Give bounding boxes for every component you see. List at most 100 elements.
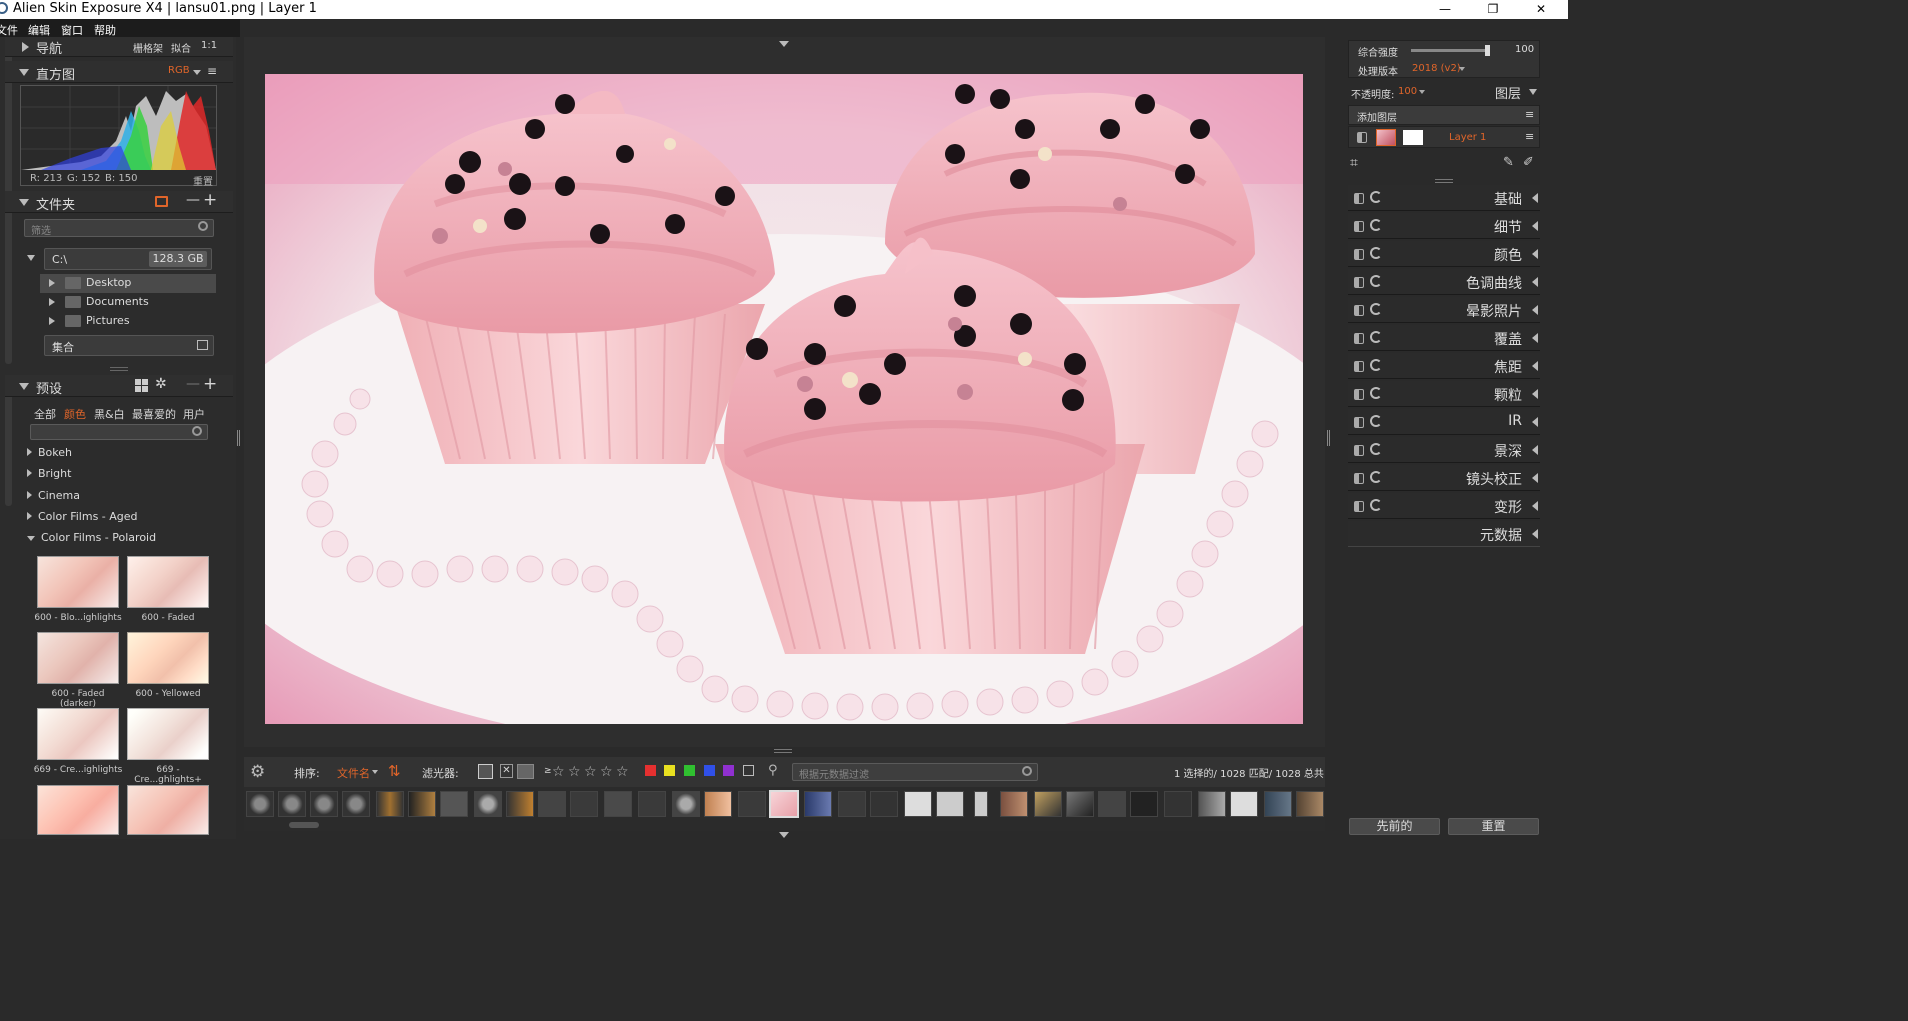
panel-lens-correction[interactable]: 镜头校正 <box>1348 465 1540 491</box>
flag-filter-icon[interactable] <box>478 764 493 779</box>
filmstrip-thumb[interactable] <box>904 791 932 817</box>
layer-name[interactable]: Layer 1 <box>1449 132 1486 143</box>
preset-thumb[interactable] <box>37 785 119 835</box>
collapse-all-icon[interactable]: ✲ <box>155 376 167 392</box>
unflag-filter-icon[interactable] <box>517 764 534 779</box>
filmstrip-thumb[interactable] <box>538 791 566 817</box>
expand-icon[interactable] <box>49 279 55 287</box>
layer-row[interactable]: Layer 1 ≡ <box>1348 126 1540 148</box>
toggle-icon[interactable] <box>1354 501 1364 512</box>
filmstrip-thumb[interactable] <box>672 791 700 817</box>
folder-desktop[interactable]: Desktop <box>40 274 216 293</box>
previous-button[interactable]: 先前的 <box>1349 818 1440 835</box>
open-folder-icon[interactable] <box>155 196 168 207</box>
preset-thumb[interactable] <box>127 708 209 760</box>
histogram-mode[interactable]: RGB <box>168 65 190 76</box>
menu-icon[interactable]: ≡ <box>1525 108 1534 121</box>
layer-visibility-icon[interactable] <box>1357 132 1367 143</box>
star-icon[interactable]: ☆ <box>584 764 597 780</box>
toggle-icon[interactable] <box>1354 221 1364 232</box>
menu-file[interactable]: 文件 <box>0 22 18 38</box>
chevron-down-icon[interactable] <box>1419 90 1425 94</box>
navigator-1to1[interactable]: 1:1 <box>201 40 217 51</box>
filmstrip-thumb[interactable] <box>1230 791 1258 817</box>
star-icon[interactable]: ☆ <box>552 764 565 780</box>
preset-tab-color[interactable]: 颜色 <box>64 406 86 422</box>
preset-thumb[interactable] <box>127 632 209 684</box>
menu-edit[interactable]: 编辑 <box>28 22 50 38</box>
chevron-down-icon[interactable] <box>1459 67 1465 71</box>
layers-splitter[interactable] <box>1435 179 1453 183</box>
reset-icon[interactable] <box>1370 331 1382 343</box>
brush-icon[interactable]: ✐ <box>1523 155 1534 170</box>
menu-window[interactable]: 窗口 <box>61 22 83 38</box>
folders-header[interactable]: 文件夹 — + <box>5 190 233 213</box>
preset-category-cinema[interactable]: Cinema <box>27 489 80 502</box>
chevron-down-icon[interactable] <box>372 770 378 774</box>
reset-button[interactable]: 重置 <box>1448 818 1539 835</box>
filmstrip-thumb[interactable] <box>974 791 988 817</box>
sort-order-icon[interactable]: ⇅ <box>388 762 401 780</box>
collapse-bottom-icon[interactable] <box>779 832 789 838</box>
panel-ir[interactable]: IR <box>1348 409 1540 435</box>
folder-documents[interactable]: Documents <box>40 293 216 312</box>
menu-help[interactable]: 帮助 <box>94 22 116 38</box>
histogram-reset[interactable]: 重置 <box>193 173 213 188</box>
reset-icon[interactable] <box>1370 359 1382 371</box>
navigator-grid[interactable]: 栅格架 <box>133 40 163 55</box>
filmstrip-thumb[interactable] <box>1164 791 1192 817</box>
reset-icon[interactable] <box>1370 275 1382 287</box>
drive-row[interactable]: C:\ 128.3 GB <box>44 248 212 270</box>
pencil-icon[interactable]: ✎ <box>1503 155 1514 170</box>
presets-header[interactable]: 预设 ✲ — + <box>5 374 233 397</box>
filmstrip-thumb[interactable] <box>1000 791 1028 817</box>
preset-tab-bw[interactable]: 黑&白 <box>94 406 125 422</box>
filmstrip-thumb[interactable] <box>604 791 632 817</box>
panel-transform[interactable]: 变形 <box>1348 493 1540 519</box>
preset-category-aged[interactable]: Color Films - Aged <box>27 510 138 523</box>
filmstrip-thumb[interactable] <box>570 791 598 817</box>
navigator-header[interactable]: 导航 栅格架 拟合 1:1 <box>5 37 233 57</box>
preset-thumb[interactable] <box>37 708 119 760</box>
opacity-value[interactable]: 100 <box>1398 86 1417 97</box>
filmstrip-thumb[interactable] <box>246 791 274 817</box>
toggle-icon[interactable] <box>1354 277 1364 288</box>
folder-filter-input[interactable]: 筛选 <box>24 219 214 237</box>
minimize-button[interactable]: — <box>1433 0 1457 19</box>
filmstrip-thumb[interactable] <box>342 791 370 817</box>
panel-detail[interactable]: 细节 <box>1348 213 1540 239</box>
grid-view-icon[interactable] <box>135 379 148 392</box>
filmstrip-thumb[interactable] <box>870 791 898 817</box>
panel-vignette[interactable]: 晕影照片 <box>1348 297 1540 323</box>
filmstrip-thumb[interactable] <box>376 791 404 817</box>
expand-icon[interactable] <box>49 298 55 306</box>
toggle-icon[interactable] <box>1354 361 1364 372</box>
expand-icon[interactable] <box>49 317 55 325</box>
filmstrip-thumb[interactable] <box>1066 791 1094 817</box>
filmstrip-thumb[interactable] <box>838 791 866 817</box>
reset-icon[interactable] <box>1370 499 1382 511</box>
drive-expand-icon[interactable] <box>27 255 35 261</box>
menu-icon[interactable]: ≡ <box>207 64 217 78</box>
folder-pictures[interactable]: Pictures <box>40 312 216 331</box>
reject-filter-icon[interactable]: ✕ <box>500 764 513 778</box>
toggle-icon[interactable] <box>1354 193 1364 204</box>
left-panel-toggle[interactable] <box>237 430 240 446</box>
toggle-icon[interactable] <box>1354 445 1364 456</box>
panel-basic[interactable]: 基础 <box>1348 185 1540 211</box>
panel-splitter[interactable] <box>110 367 128 371</box>
panel-color[interactable]: 颜色 <box>1348 241 1540 267</box>
preset-thumb[interactable] <box>127 556 209 608</box>
version-dropdown[interactable]: 2018 (v2) <box>1412 63 1461 74</box>
reset-icon[interactable] <box>1370 247 1382 259</box>
chevron-down-icon[interactable] <box>1529 89 1537 95</box>
panel-overlays[interactable]: 覆盖 <box>1348 325 1540 351</box>
star-icon[interactable]: ☆ <box>600 764 613 780</box>
right-panel-toggle[interactable] <box>1327 430 1330 446</box>
color-label-none[interactable] <box>743 765 754 776</box>
filmstrip-thumb[interactable] <box>408 791 436 817</box>
preset-tab-all[interactable]: 全部 <box>34 406 56 422</box>
filmstrip-thumb[interactable] <box>1296 791 1324 817</box>
wrench-icon[interactable]: ⚲ <box>768 763 778 778</box>
reset-icon[interactable] <box>1370 191 1382 203</box>
